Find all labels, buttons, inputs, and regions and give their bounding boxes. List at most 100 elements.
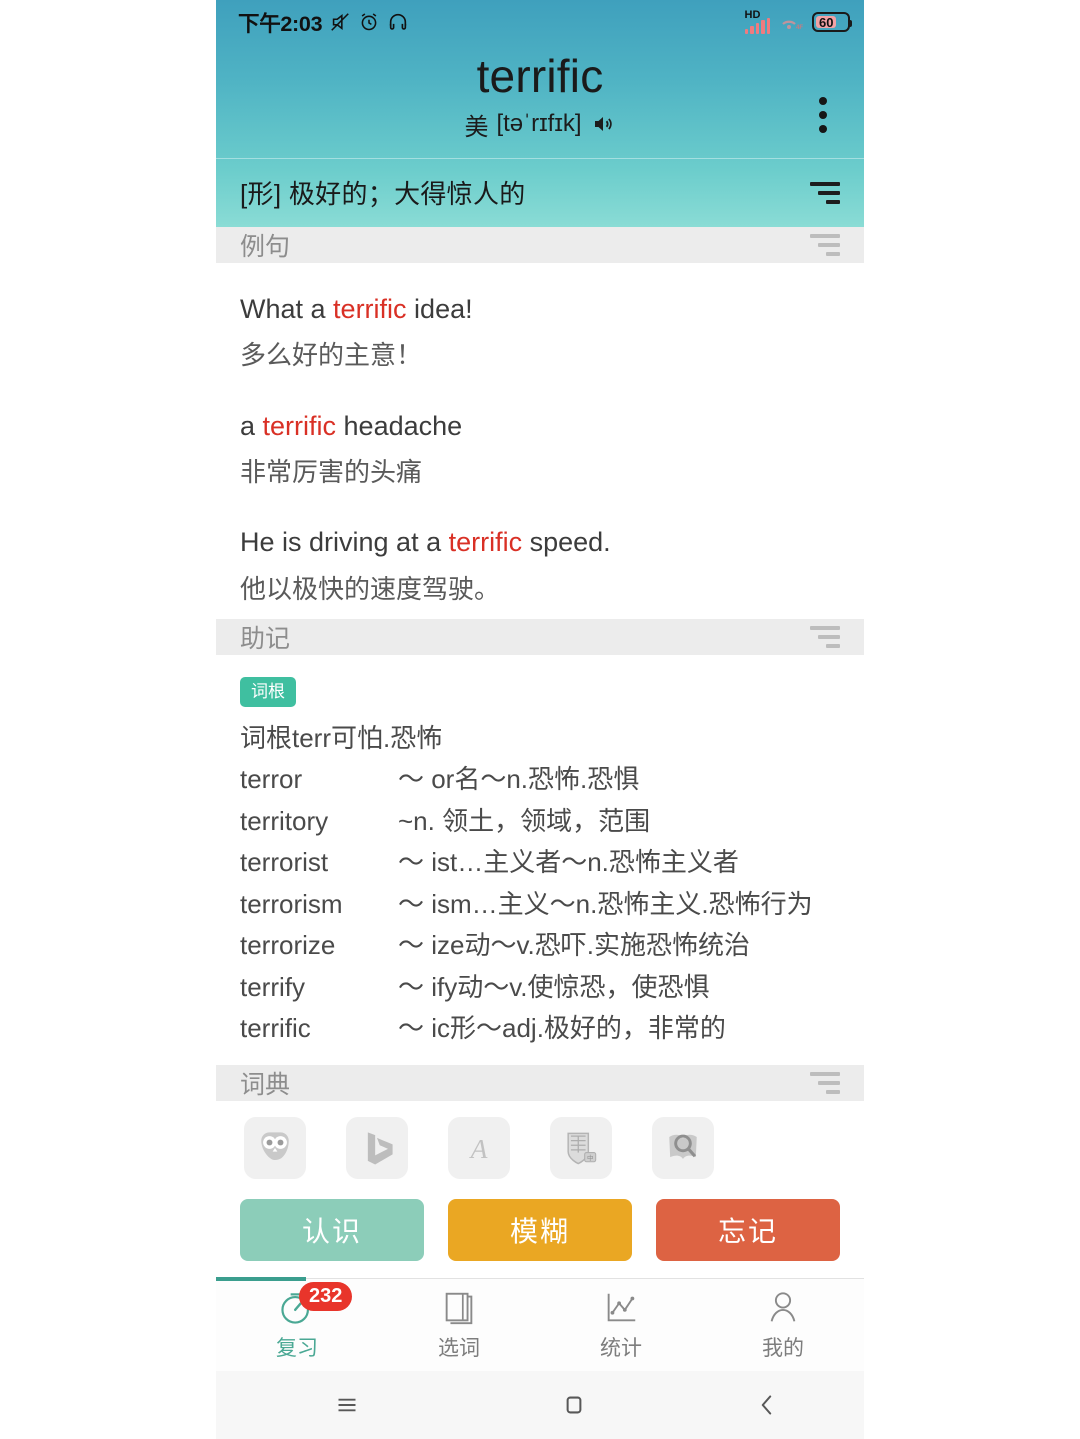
example-en-before: He is driving at a <box>240 527 449 558</box>
section-title-dictionary: 词典 <box>240 1070 291 1099</box>
example-zh: 多么好的主意！ <box>240 340 423 371</box>
chevron-left-icon <box>762 1395 772 1415</box>
section-header-dictionary: 词典 <box>216 1064 864 1101</box>
mnemonic-sort-icon[interactable] <box>810 626 840 649</box>
example-en-after: speed. <box>522 527 611 558</box>
example-en-before: a <box>240 410 263 441</box>
status-bar: 下午2:03 HD 4F 60 <box>216 0 864 44</box>
kebab-dot <box>819 97 827 105</box>
menu-lines-icon <box>338 1398 356 1412</box>
magnifier-book-dictionary-icon[interactable] <box>652 1116 714 1179</box>
vague-button[interactable]: 模糊 <box>448 1198 632 1261</box>
android-recents-button[interactable] <box>216 1371 477 1439</box>
speaker-icon[interactable] <box>590 112 616 136</box>
screenshot-root: 下午2:03 HD 4F 60 terrific 美 [təˈrɪfɪk] [形… <box>0 0 1080 1439</box>
status-bar-left: 下午2:03 <box>238 7 409 38</box>
android-home-button[interactable] <box>477 1371 670 1439</box>
section-header-mnemonic: 助记 <box>216 619 864 656</box>
example-en: He is driving at a terrific speed. <box>240 522 840 563</box>
owl-dictionary-icon[interactable] <box>244 1116 306 1179</box>
mnemonic-intro: 词根terr可怕.恐怖 <box>240 722 443 753</box>
nav-label-review: 复习 <box>276 1337 318 1360</box>
root-entry: terror ～ or名～n.恐怖.恐惧 <box>240 760 840 800</box>
review-badge: 232 <box>299 1282 353 1311</box>
android-system-navigation <box>216 1371 864 1439</box>
definition-text: [形] 极好的；大得惊人的 <box>240 179 526 210</box>
kebab-dot <box>819 111 827 119</box>
example-en-highlight: terrific <box>448 527 523 558</box>
square-home-icon <box>566 1396 582 1414</box>
section-title-mnemonic: 助记 <box>240 625 291 654</box>
root-entry: terrorism ～ ism…主义～n.恐怖主义.恐怖行为 <box>240 885 840 925</box>
status-bar-right: HD 4F 60 <box>744 10 852 34</box>
root-word: territory <box>240 805 329 836</box>
root-desc: ～ ify动～v.使惊恐，使恐惧 <box>398 971 710 1002</box>
mute-icon <box>329 11 351 33</box>
word-header: 下午2:03 HD 4F 60 terrific 美 [təˈrɪfɪk] [形… <box>216 0 864 227</box>
bing-dictionary-icon[interactable] <box>346 1116 408 1179</box>
example-en: a terrific headache <box>240 406 840 447</box>
example-item: What a terrific idea! 多么好的主意！ <box>240 289 840 376</box>
example-zh: 非常厉害的头痛 <box>240 457 423 488</box>
nav-item-mine[interactable]: 我的 <box>702 1279 864 1371</box>
example-en-before: What a <box>240 293 334 324</box>
section-title-examples: 例句 <box>240 232 291 261</box>
script-a-dictionary-icon[interactable]: A <box>448 1116 510 1179</box>
word-area: terrific 美 [təˈrɪfɪk] <box>216 44 864 158</box>
example-en: What a terrific idea! <box>240 289 840 330</box>
person-icon <box>764 1288 802 1328</box>
root-desc: ~n. 领土，领域，范围 <box>398 805 651 836</box>
root-desc: ～ ism…主义～n.恐怖主义.恐怖行为 <box>398 888 813 919</box>
phonetic-text: [təˈrɪfɪk] <box>496 110 582 138</box>
bottom-navigation: 232 复习 选词 统计 我的 <box>216 1277 864 1371</box>
battery-percent: 60 <box>819 14 834 30</box>
timer-icon: 232 <box>277 1282 353 1328</box>
examples-sort-icon[interactable] <box>810 233 840 256</box>
nav-item-review[interactable]: 232 复习 <box>216 1279 378 1371</box>
nav-item-select-words[interactable]: 选词 <box>378 1279 540 1371</box>
example-item: He is driving at a terrific speed. 他以极快的… <box>240 522 840 609</box>
root-word: terrific <box>240 1013 311 1044</box>
forget-button[interactable]: 忘记 <box>656 1198 840 1261</box>
action-buttons: 认识 模糊 忘记 <box>216 1187 864 1278</box>
definition-sort-icon[interactable] <box>810 181 840 204</box>
root-desc: ～ ize动～v.恐吓.实施恐怖统治 <box>398 930 750 961</box>
root-entry: terrify ～ ify动～v.使惊恐，使恐惧 <box>240 968 840 1008</box>
root-desc: ～ or名～n.恐怖.恐惧 <box>398 764 640 795</box>
dictionary-sort-icon[interactable] <box>810 1071 840 1094</box>
root-desc: ～ ic形～adj.极好的，非常的 <box>398 1013 726 1044</box>
example-en-after: headache <box>336 410 463 441</box>
headphones-icon <box>387 11 409 33</box>
nav-label-mine: 我的 <box>762 1337 804 1360</box>
root-entry: territory ~n. 领土，领域，范围 <box>240 802 840 842</box>
nav-item-statistics[interactable]: 统计 <box>540 1279 702 1371</box>
kebab-menu-icon[interactable] <box>808 92 838 138</box>
content-area: 例句 What a terrific idea! 多么好的主意！ a terri… <box>216 226 864 1278</box>
section-header-examples: 例句 <box>216 226 864 263</box>
signal-bars-icon: HD <box>744 10 770 34</box>
root-entry: terrific ～ ic形～adj.极好的，非常的 <box>240 1009 840 1049</box>
root-desc: ～ ist…主义者～n.恐怖主义者 <box>398 847 739 878</box>
alarm-icon <box>358 11 380 33</box>
root-entry: terrorize ～ ize动～v.恐吓.实施恐怖统治 <box>240 926 840 966</box>
line-chart-icon <box>602 1288 640 1328</box>
kebab-dot <box>819 125 827 133</box>
example-en-highlight: terrific <box>262 410 337 441</box>
svg-text:A: A <box>469 1133 488 1164</box>
battery-icon: 60 <box>812 12 852 32</box>
nav-label-select-words: 选词 <box>438 1337 480 1360</box>
root-word: terrorist <box>240 847 329 878</box>
svg-text:中: 中 <box>587 1153 593 1162</box>
phonetic-row: 美 [təˈrɪfɪk] <box>216 107 864 142</box>
root-word: terrify <box>240 971 305 1002</box>
cambridge-crest-dictionary-icon[interactable]: 中 <box>550 1116 612 1179</box>
know-button[interactable]: 认识 <box>240 1198 424 1261</box>
root-tag: 词根 <box>240 677 296 707</box>
status-time: 下午2:03 <box>238 11 323 36</box>
example-en-highlight: terrific <box>333 293 407 324</box>
signal-bars <box>744 18 770 34</box>
root-word: terrorism <box>240 888 343 919</box>
definition-bar: [形] 极好的；大得惊人的 <box>216 157 864 227</box>
root-word: terrorize <box>240 930 336 961</box>
android-back-button[interactable] <box>671 1371 864 1439</box>
